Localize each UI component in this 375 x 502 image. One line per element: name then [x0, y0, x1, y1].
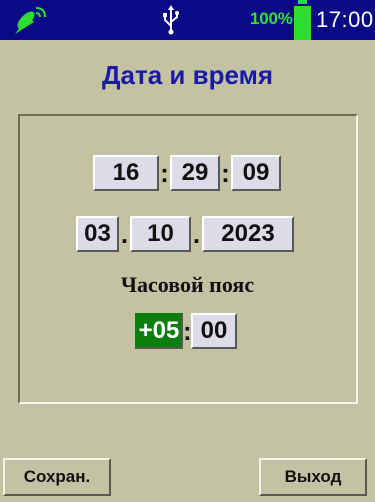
- usb-icon: [163, 5, 179, 35]
- day-field[interactable]: 03: [76, 216, 119, 252]
- hours-field[interactable]: 16: [93, 155, 159, 191]
- minutes-field[interactable]: 29: [170, 155, 220, 191]
- date-separator: .: [192, 219, 201, 249]
- satellite-dish-icon: [15, 7, 46, 34]
- seconds-field[interactable]: 09: [231, 155, 281, 191]
- year-field[interactable]: 2023: [202, 216, 294, 252]
- timezone-hours-field[interactable]: +05: [135, 313, 183, 349]
- timezone-label: Часовой пояс: [120, 272, 255, 297]
- timezone-separator: :: [183, 316, 192, 346]
- battery-percent: 100%: [250, 9, 293, 28]
- status-time: 17:00: [316, 7, 374, 32]
- battery-icon: [294, 0, 311, 40]
- timezone-minutes-field[interactable]: 00: [191, 313, 237, 349]
- month-field[interactable]: 10: [130, 216, 191, 252]
- timezone-row: +05 : 00: [135, 313, 237, 349]
- date-separator: .: [120, 219, 129, 249]
- exit-button[interactable]: Выход: [259, 458, 367, 496]
- time-row: 16 : 29 : 09: [93, 155, 281, 191]
- status-bar: 100% 17:00: [0, 0, 375, 40]
- page-title: Дата и время: [102, 60, 273, 90]
- save-button[interactable]: Сохран.: [3, 458, 111, 496]
- time-separator: :: [160, 158, 169, 188]
- date-row: 03 . 10 . 2023: [76, 216, 294, 252]
- time-separator: :: [221, 158, 230, 188]
